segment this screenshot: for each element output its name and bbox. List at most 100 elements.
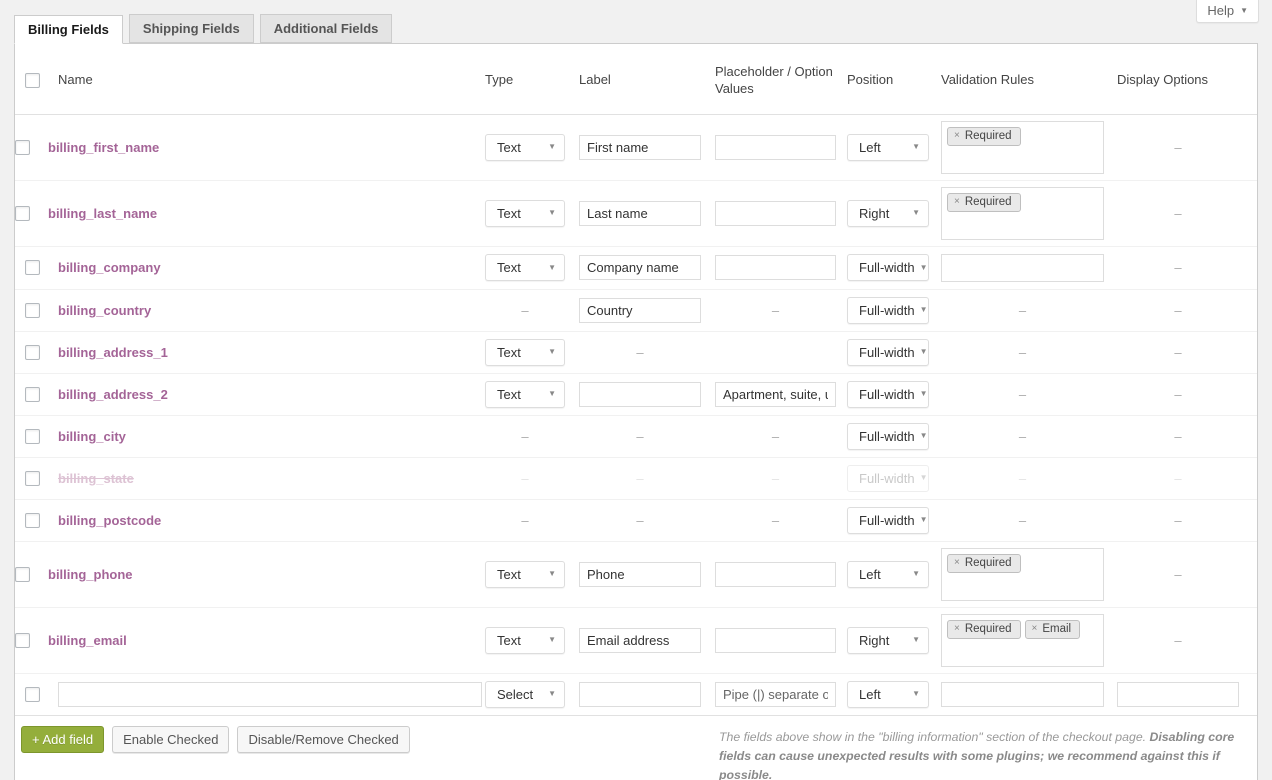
- placeholder-input[interactable]: [715, 562, 836, 587]
- position-select[interactable]: Left▼: [847, 561, 929, 588]
- row-checkbox[interactable]: [25, 303, 40, 318]
- field-name-link[interactable]: billing_city: [58, 429, 126, 444]
- position-select[interactable]: Full-width▼: [847, 254, 929, 281]
- type-select-value: Text: [497, 260, 521, 275]
- label-input[interactable]: [579, 628, 701, 653]
- display-options-input[interactable]: [1117, 682, 1239, 707]
- type-select[interactable]: Text▼: [485, 254, 565, 281]
- checkbox-cell: [15, 541, 48, 607]
- remove-chip-icon[interactable]: ×: [954, 197, 960, 207]
- placeholder-cell: [715, 673, 847, 715]
- tab-additional-fields[interactable]: Additional Fields: [260, 14, 393, 43]
- field-name-link[interactable]: billing_country: [58, 303, 151, 318]
- validation-chip[interactable]: ×Email: [1025, 620, 1081, 639]
- field-name-link[interactable]: billing_first_name: [48, 140, 159, 155]
- dash: –: [1117, 387, 1239, 402]
- type-select[interactable]: Text▼: [485, 200, 565, 227]
- placeholder-input[interactable]: [715, 255, 836, 280]
- select-all-checkbox[interactable]: [25, 73, 40, 88]
- validation-rules[interactable]: [941, 682, 1104, 707]
- type-select[interactable]: Text▼: [485, 627, 565, 654]
- position-select-value: Full-width: [859, 429, 915, 444]
- type-select[interactable]: Select▼: [485, 681, 565, 708]
- placeholder-input[interactable]: [715, 628, 836, 653]
- validation-rules-box[interactable]: ×Required: [941, 548, 1104, 601]
- position-select[interactable]: Full-width▼: [847, 381, 929, 408]
- remove-chip-icon[interactable]: ×: [954, 558, 960, 568]
- tab-shipping-fields[interactable]: Shipping Fields: [129, 14, 254, 43]
- disable-remove-checked-button[interactable]: Disable/Remove Checked: [237, 726, 409, 754]
- position-select[interactable]: Full-width▼: [847, 297, 929, 324]
- placeholder-input[interactable]: [715, 382, 836, 407]
- label-input[interactable]: [579, 682, 701, 707]
- type-cell: Text▼: [485, 331, 579, 373]
- field-name-link[interactable]: billing_last_name: [48, 206, 157, 221]
- placeholder-input[interactable]: [715, 682, 836, 707]
- position-select[interactable]: Right▼: [847, 200, 929, 227]
- type-select[interactable]: Text▼: [485, 381, 565, 408]
- remove-chip-icon[interactable]: ×: [954, 624, 960, 634]
- validation-rules-box[interactable]: ×Required: [941, 121, 1104, 174]
- checkbox-cell: [15, 457, 48, 499]
- position-select[interactable]: Left▼: [847, 134, 929, 161]
- validation-chip[interactable]: ×Required: [947, 127, 1021, 146]
- validation-cell: –: [941, 331, 1117, 373]
- field-name-link[interactable]: billing_email: [48, 633, 127, 648]
- type-select[interactable]: Text▼: [485, 561, 565, 588]
- label-input[interactable]: [579, 298, 701, 323]
- type-select[interactable]: Text▼: [485, 339, 565, 366]
- label-input[interactable]: [579, 135, 701, 160]
- row-checkbox[interactable]: [15, 633, 30, 648]
- validation-rules-box[interactable]: ×Required: [941, 187, 1104, 240]
- row-checkbox[interactable]: [15, 140, 30, 155]
- row-checkbox[interactable]: [25, 471, 40, 486]
- field-name-link[interactable]: billing_postcode: [58, 513, 161, 528]
- label-input[interactable]: [579, 255, 701, 280]
- validation-chip[interactable]: ×Required: [947, 554, 1021, 573]
- validation-chip[interactable]: ×Required: [947, 620, 1021, 639]
- row-checkbox[interactable]: [25, 687, 40, 702]
- position-select[interactable]: Right▼: [847, 627, 929, 654]
- enable-checked-button[interactable]: Enable Checked: [112, 726, 229, 754]
- type-select[interactable]: Text▼: [485, 134, 565, 161]
- row-checkbox[interactable]: [25, 260, 40, 275]
- field-name-link[interactable]: billing_address_1: [58, 345, 168, 360]
- remove-chip-icon[interactable]: ×: [1032, 624, 1038, 634]
- validation-cell: ×Required: [941, 114, 1117, 180]
- validation-rules-box[interactable]: [941, 254, 1104, 282]
- row-checkbox[interactable]: [25, 429, 40, 444]
- label-input[interactable]: [579, 562, 701, 587]
- checkout-field-editor-page: Help ▼ Billing FieldsShipping FieldsAddi…: [0, 0, 1272, 780]
- field-name-input[interactable]: [58, 682, 482, 707]
- chevron-down-icon: ▼: [548, 348, 556, 356]
- field-name-link[interactable]: billing_phone: [48, 567, 133, 582]
- chevron-down-icon: ▼: [912, 636, 920, 644]
- validation-chip[interactable]: ×Required: [947, 193, 1021, 212]
- label-input[interactable]: [579, 201, 701, 226]
- row-checkbox[interactable]: [15, 567, 30, 582]
- position-select[interactable]: Left▼: [847, 681, 929, 708]
- chevron-down-icon: ▼: [920, 306, 928, 314]
- field-name-link[interactable]: billing_company: [58, 260, 161, 275]
- row-checkbox[interactable]: [25, 345, 40, 360]
- bulk-actions: + Add field Enable Checked Disable/Remov…: [21, 726, 410, 754]
- row-checkbox[interactable]: [25, 513, 40, 528]
- table-row: billing_first_nameText▼Left▼×Required–: [15, 114, 1257, 180]
- label-cell: [579, 373, 715, 415]
- row-checkbox[interactable]: [15, 206, 30, 221]
- position-select[interactable]: Full-width▼: [847, 423, 929, 450]
- position-select[interactable]: Full-width▼: [847, 507, 929, 534]
- position-select[interactable]: Full-width▼: [847, 339, 929, 366]
- field-name-link[interactable]: billing_address_2: [58, 387, 168, 402]
- validation-rules-box[interactable]: ×Required×Email: [941, 614, 1104, 667]
- placeholder-cell: –: [715, 415, 847, 457]
- label-input[interactable]: [579, 382, 701, 407]
- remove-chip-icon[interactable]: ×: [954, 131, 960, 141]
- add-field-button[interactable]: + Add field: [21, 726, 104, 754]
- row-checkbox[interactable]: [25, 387, 40, 402]
- placeholder-input[interactable]: [715, 135, 836, 160]
- label-cell: [579, 246, 715, 289]
- placeholder-input[interactable]: [715, 201, 836, 226]
- tab-billing-fields[interactable]: Billing Fields: [14, 15, 123, 44]
- placeholder-cell: [715, 541, 847, 607]
